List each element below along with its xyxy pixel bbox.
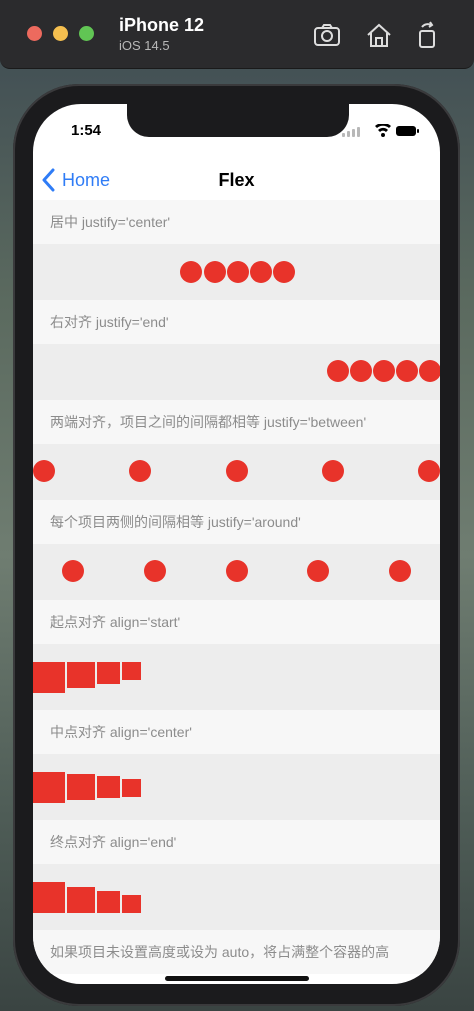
justify-between-demo bbox=[33, 444, 440, 500]
flex-item bbox=[322, 460, 344, 482]
flex-item bbox=[122, 779, 141, 797]
phone-frame: 1:54 Home Flex 居中 justify='center' 右对齐 j… bbox=[13, 84, 460, 1006]
status-icons bbox=[342, 124, 419, 137]
phone-screen: 1:54 Home Flex 居中 justify='center' 右对齐 j… bbox=[33, 104, 440, 984]
screenshot-icon[interactable] bbox=[312, 20, 342, 50]
flex-item bbox=[327, 360, 349, 382]
section-label: 两端对齐，项目之间的间隔都相等 justify='between' bbox=[33, 400, 440, 444]
section-label: 居中 justify='center' bbox=[33, 200, 440, 244]
align-center-demo bbox=[33, 754, 440, 820]
justify-around-demo bbox=[33, 544, 440, 600]
flex-item bbox=[33, 772, 65, 803]
flex-item bbox=[33, 882, 65, 913]
flex-item bbox=[396, 360, 418, 382]
section-label: 如果项目未设置高度或设为 auto，将占满整个容器的高 bbox=[33, 930, 440, 974]
section-label: 中点对齐 align='center' bbox=[33, 710, 440, 754]
section-label: 起点对齐 align='start' bbox=[33, 600, 440, 644]
align-start-demo bbox=[33, 644, 440, 710]
section-label: 右对齐 justify='end' bbox=[33, 300, 440, 344]
home-icon[interactable] bbox=[364, 20, 394, 50]
flex-item bbox=[226, 560, 248, 582]
flex-item bbox=[67, 887, 95, 913]
section-label: 终点对齐 align='end' bbox=[33, 820, 440, 864]
flex-item bbox=[33, 460, 55, 482]
flex-item bbox=[350, 360, 372, 382]
flex-item bbox=[373, 360, 395, 382]
flex-item bbox=[389, 560, 411, 582]
home-indicator[interactable] bbox=[165, 976, 309, 981]
flex-item bbox=[97, 776, 120, 798]
content-scroll[interactable]: 居中 justify='center' 右对齐 justify='end' 两端… bbox=[33, 200, 440, 984]
rotate-icon[interactable] bbox=[412, 20, 442, 50]
cellular-signal-icon bbox=[342, 127, 360, 137]
device-name: iPhone 12 bbox=[119, 15, 205, 35]
flex-item bbox=[62, 560, 84, 582]
battery-icon bbox=[396, 126, 419, 136]
page-title: Flex bbox=[218, 170, 255, 190]
justify-end-demo bbox=[33, 344, 440, 400]
flex-item bbox=[122, 662, 141, 680]
simulator-toolbar: iPhone 12 iOS 14.5 bbox=[0, 0, 474, 69]
flex-item bbox=[180, 261, 202, 283]
notch bbox=[127, 104, 349, 137]
os-version: iOS 14.5 bbox=[119, 38, 170, 53]
justify-center-demo bbox=[33, 244, 440, 300]
minimize-window-button[interactable] bbox=[53, 26, 68, 41]
section-label: 每个项目两侧的间隔相等 justify='around' bbox=[33, 500, 440, 544]
flex-item bbox=[419, 360, 440, 382]
flex-item bbox=[307, 560, 329, 582]
flex-item bbox=[67, 662, 95, 688]
wifi-icon bbox=[375, 124, 391, 137]
flex-item bbox=[33, 662, 65, 693]
flex-item bbox=[418, 460, 440, 482]
flex-item bbox=[97, 891, 120, 913]
align-end-demo bbox=[33, 864, 440, 930]
flex-item bbox=[129, 460, 151, 482]
flex-item bbox=[122, 895, 141, 913]
status-time: 1:54 bbox=[71, 122, 102, 139]
flex-item bbox=[226, 460, 248, 482]
flex-item bbox=[273, 261, 295, 283]
flex-item bbox=[144, 560, 166, 582]
flex-item bbox=[227, 261, 249, 283]
flex-item bbox=[97, 662, 120, 684]
flex-item bbox=[250, 261, 272, 283]
flex-item bbox=[204, 261, 226, 283]
zoom-window-button[interactable] bbox=[79, 26, 94, 41]
close-window-button[interactable] bbox=[27, 26, 42, 41]
flex-item bbox=[67, 774, 95, 800]
navigation-bar: Home Flex bbox=[33, 162, 440, 201]
